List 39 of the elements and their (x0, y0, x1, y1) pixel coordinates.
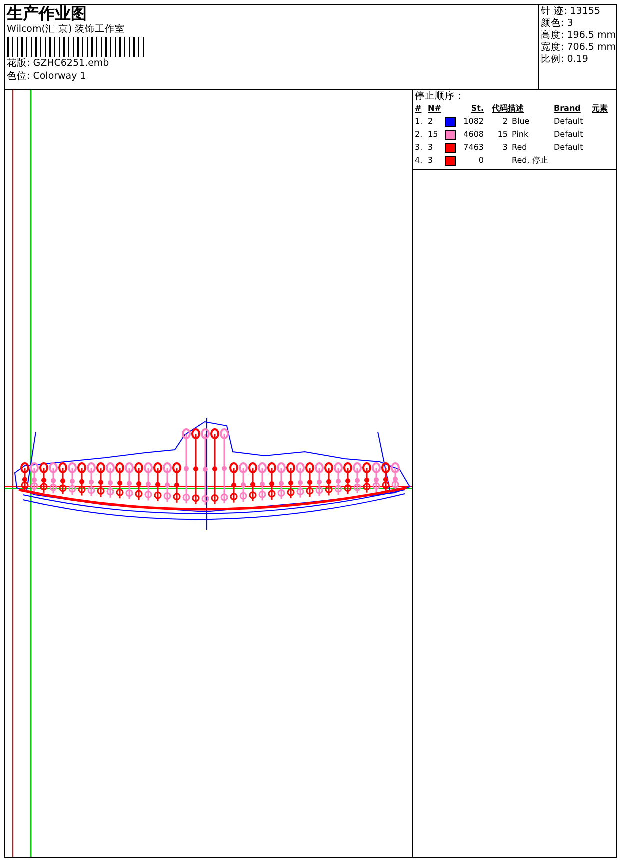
stat-line: 针 迹: 13155 (541, 6, 602, 18)
report-title: 生产作业图 (7, 5, 88, 23)
table-cell-text: Red (511, 142, 528, 154)
stat-line: 宽度: 706.5 mm (541, 42, 614, 54)
table-cell-text: 2 (502, 116, 508, 128)
stop-sequence-title: 停止顺序 : (415, 91, 462, 103)
column-header: Brand (554, 103, 582, 115)
table-cell-text: Default (554, 142, 584, 154)
stat-line: 颜色: 3 (541, 18, 574, 30)
table-cell-text: 2. (415, 129, 424, 141)
column-header: # (415, 103, 423, 115)
colorway-label: 色位: Colorway 1 (7, 71, 88, 83)
column-header: 元素 (592, 103, 609, 115)
table-cell-text: 1. (415, 116, 424, 128)
table-cell-text: 2 (428, 116, 434, 128)
table-cell-text: Red, 停止 (511, 155, 550, 167)
table-cell-text: Default (554, 129, 584, 141)
table-cell-text: 15 (496, 129, 508, 141)
table-cell-text: 7463 (462, 142, 484, 154)
table-cell-text: Blue (511, 116, 531, 128)
table-cell-text: 0 (478, 155, 484, 167)
column-header: 代码 (490, 103, 508, 115)
table-cell-text: 3 (428, 155, 434, 167)
column-header: St. (470, 103, 484, 115)
stat-line: 高度: 196.5 mm (541, 30, 614, 42)
column-header: N# (428, 103, 442, 115)
table-cell-text: 3. (415, 142, 424, 154)
design-file-label: 花版: GZHC6251.emb (7, 58, 110, 70)
table-cell-text: 15 (428, 129, 440, 141)
table-cell-text: 4608 (462, 129, 484, 141)
table-cell-text: Pink (511, 129, 530, 141)
table-cell-text: 1082 (462, 116, 484, 128)
table-cell-text: 3 (428, 142, 434, 154)
table-cell-text: 3 (502, 142, 508, 154)
stat-line: 比例: 0.19 (541, 54, 590, 66)
company-name: Wilcom(汇 京) 装饰工作室 (7, 24, 126, 36)
table-cell-text: 4. (415, 155, 424, 167)
table-cell-text: Default (554, 116, 584, 128)
column-header: 描述 (508, 103, 525, 115)
